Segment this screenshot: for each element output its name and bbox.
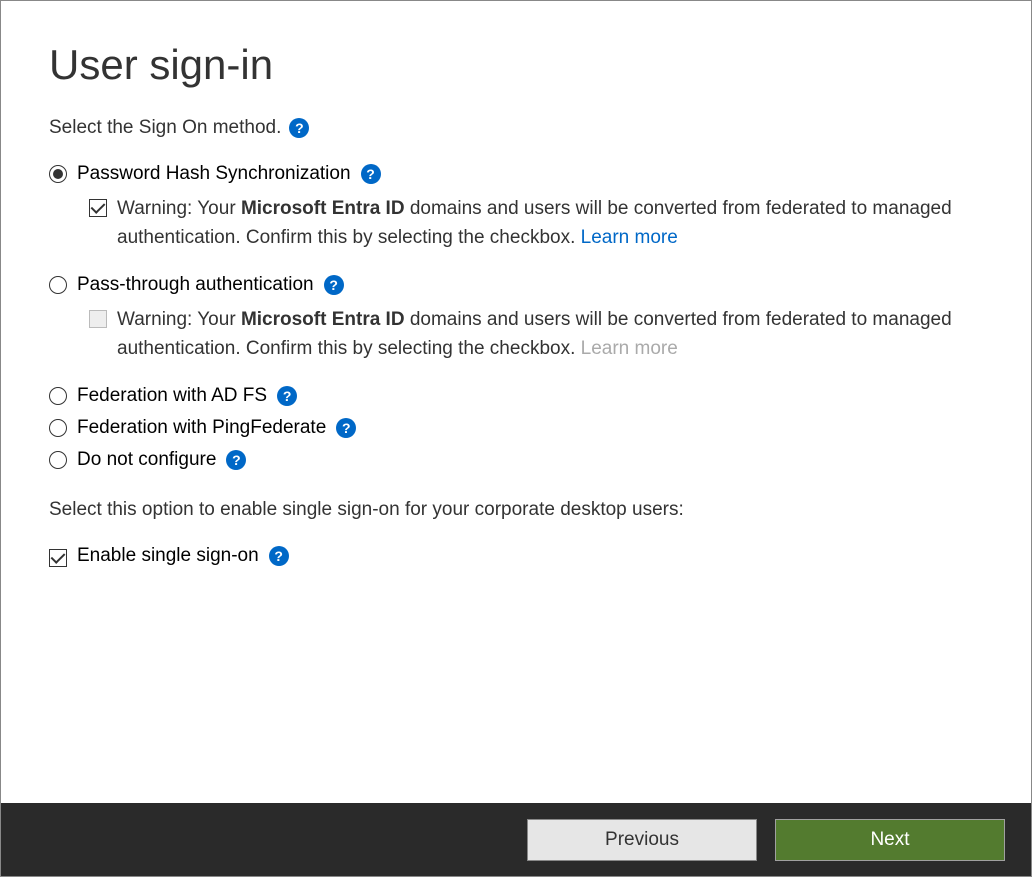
next-button[interactable]: Next — [775, 819, 1005, 861]
learn-more-link[interactable]: Learn more — [581, 227, 678, 248]
footer-bar: Previous Next — [1, 803, 1031, 876]
checkbox-phs-confirm[interactable] — [89, 199, 107, 217]
warning-pta: Warning: Your Microsoft Entra ID domains… — [117, 306, 983, 363]
help-icon[interactable]: ? — [324, 275, 344, 295]
help-icon[interactable]: ? — [226, 450, 246, 470]
radio-do-not-configure[interactable] — [49, 451, 67, 469]
radio-label-ping: Federation with PingFederate — [77, 417, 326, 439]
radio-label-pta: Pass-through authentication — [77, 274, 314, 296]
radio-federation-pingfederate[interactable] — [49, 419, 67, 437]
warning-phs: Warning: Your Microsoft Entra ID domains… — [117, 195, 983, 252]
help-icon[interactable]: ? — [277, 386, 297, 406]
radio-label-none: Do not configure — [77, 449, 216, 471]
help-icon[interactable]: ? — [269, 546, 289, 566]
radio-label-adfs: Federation with AD FS — [77, 385, 267, 407]
sso-label: Enable single sign-on — [77, 545, 259, 567]
radio-password-hash-sync[interactable] — [49, 165, 67, 183]
sso-instruction: Select this option to enable single sign… — [49, 499, 983, 521]
radio-label-phs: Password Hash Synchronization — [77, 163, 351, 185]
checkbox-enable-sso[interactable] — [49, 549, 67, 567]
radio-federation-adfs[interactable] — [49, 387, 67, 405]
previous-button[interactable]: Previous — [527, 819, 757, 861]
help-icon[interactable]: ? — [289, 118, 309, 138]
radio-pass-through-auth[interactable] — [49, 276, 67, 294]
checkbox-pta-confirm — [89, 310, 107, 328]
help-icon[interactable]: ? — [361, 164, 381, 184]
learn-more-link-disabled: Learn more — [581, 338, 678, 359]
sign-on-instruction: Select the Sign On method. — [49, 117, 281, 139]
page-title: User sign-in — [49, 41, 983, 89]
help-icon[interactable]: ? — [336, 418, 356, 438]
